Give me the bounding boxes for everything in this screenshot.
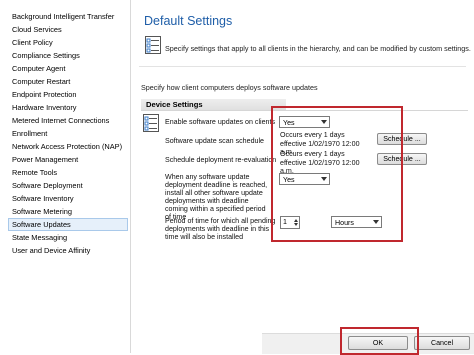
sidebar-item-remote-tools[interactable]: Remote Tools: [0, 166, 130, 179]
checklist-icon: [145, 36, 161, 54]
sidebar-item-state-messaging[interactable]: State Messaging: [0, 231, 130, 244]
sidebar-item-software-metering[interactable]: Software Metering: [0, 205, 130, 218]
sidebar-item-client-policy[interactable]: Client Policy: [0, 36, 130, 49]
sidebar-item-compliance-settings[interactable]: Compliance Settings: [0, 49, 130, 62]
enable-updates-label: Enable software updates on clients: [165, 118, 276, 126]
divider: [139, 66, 466, 67]
highlight-box: [271, 106, 403, 242]
sidebar-item-background-intelligent-transfer[interactable]: Background Intelligent Transfer: [0, 10, 130, 23]
sidebar-item-hardware-inventory[interactable]: Hardware Inventory: [0, 101, 130, 114]
period-label: Period of time for which all pending dep…: [165, 217, 276, 241]
sidebar-item-power-management[interactable]: Power Management: [0, 153, 130, 166]
sidebar-item-computer-agent[interactable]: Computer Agent: [0, 62, 130, 75]
page-title: Default Settings: [144, 14, 233, 28]
sidebar-item-metered-internet-connections[interactable]: Metered Internet Connections: [0, 114, 130, 127]
cancel-button[interactable]: Cancel: [414, 336, 470, 350]
sidebar-item-user-and-device-affinity[interactable]: User and Device Affinity: [0, 244, 130, 257]
scan-schedule-label: Software update scan schedule: [165, 137, 264, 145]
sidebar-item-cloud-services[interactable]: Cloud Services: [0, 23, 130, 36]
highlight-box: [340, 327, 419, 355]
sidebar-item-endpoint-protection[interactable]: Endpoint Protection: [0, 88, 130, 101]
checklist-icon: [143, 114, 159, 132]
section-description: Specify how client computers deploys sof…: [141, 83, 318, 92]
sidebar-item-computer-restart[interactable]: Computer Restart: [0, 75, 130, 88]
sidebar-item-software-deployment[interactable]: Software Deployment: [0, 179, 130, 192]
settings-description: Specify settings that apply to all clien…: [165, 44, 471, 53]
sidebar-item-enrollment[interactable]: Enrollment: [0, 127, 130, 140]
deadline-label: When any software update deployment dead…: [165, 173, 268, 221]
device-settings-header: Device Settings: [141, 99, 286, 110]
main-panel: Default Settings Specify settings that a…: [131, 0, 474, 355]
sidebar-list: Background Intelligent Transfer Cloud Ser…: [0, 0, 130, 257]
sidebar-item-network-access-protection-nap[interactable]: Network Access Protection (NAP): [0, 140, 130, 153]
sidebar-item-software-inventory[interactable]: Software Inventory: [0, 192, 130, 205]
sidebar-item-software-updates[interactable]: Software Updates: [8, 218, 128, 231]
reevaluation-label: Schedule deployment re-evaluation: [165, 156, 277, 164]
sidebar: Background Intelligent Transfer Cloud Ser…: [0, 0, 131, 353]
